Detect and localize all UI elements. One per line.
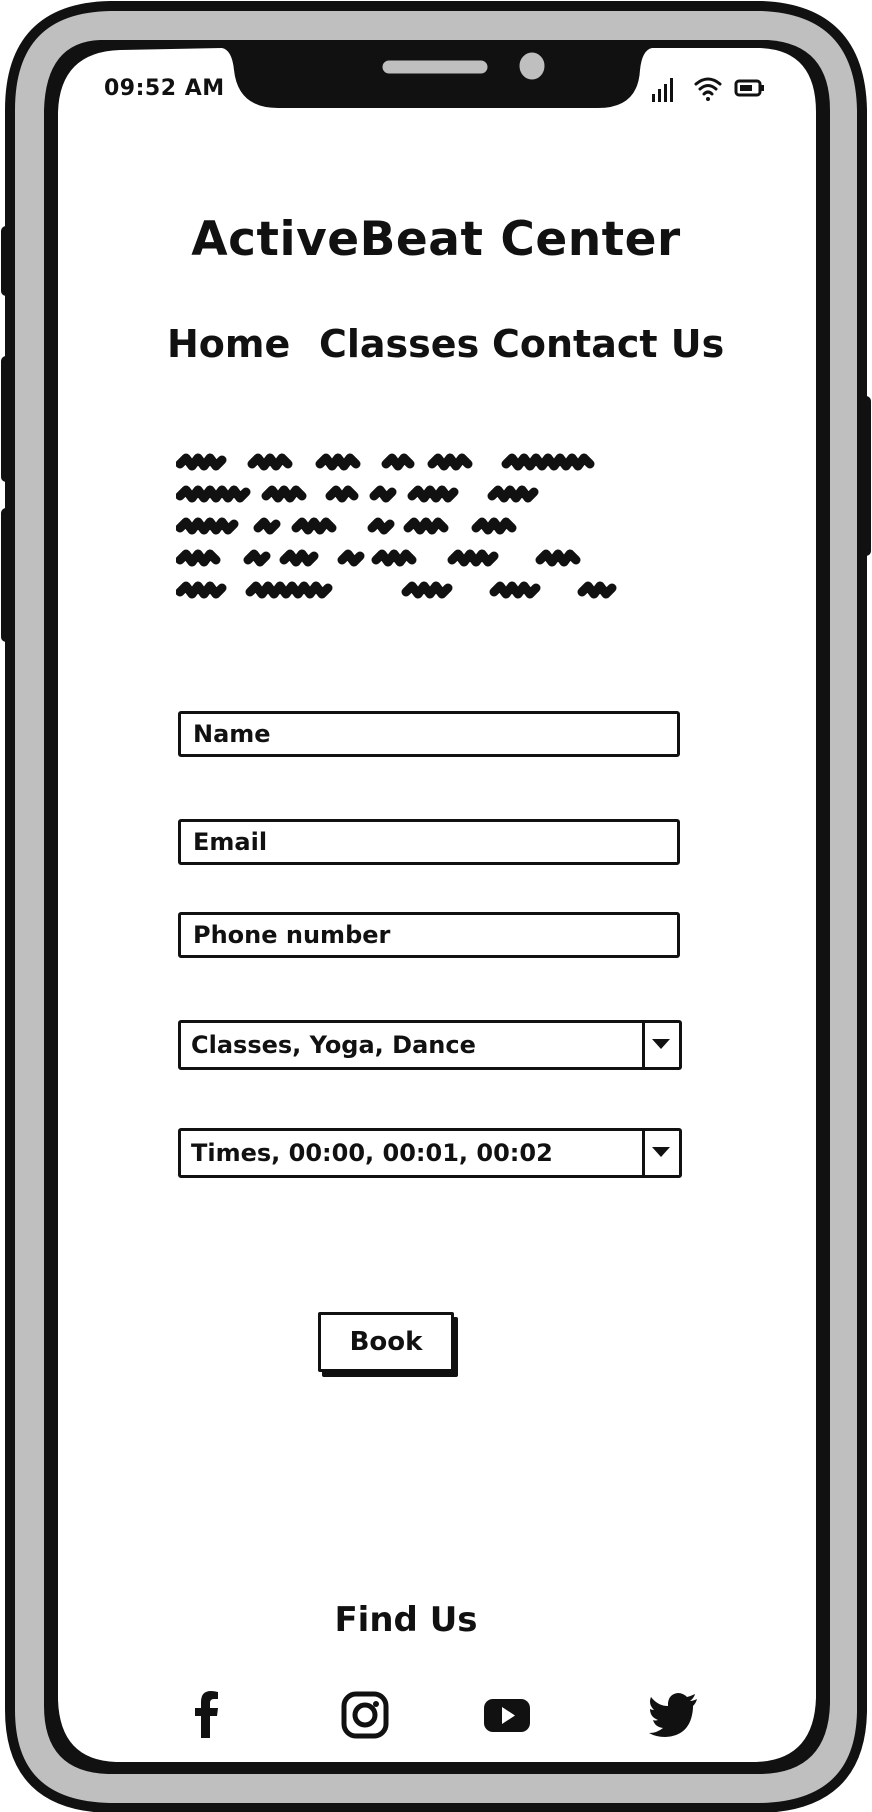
phone-mockup: 09:52 AM ActiveBeat Center Home Classes …: [0, 0, 872, 1812]
instagram-icon[interactable]: [338, 1688, 392, 1742]
chevron-down-icon: [652, 1039, 670, 1049]
wifi-icon: [694, 77, 722, 101]
name-field[interactable]: Name: [178, 711, 680, 757]
times-select[interactable]: Times, 00:00, 00:01, 00:02: [178, 1128, 682, 1178]
phone-frame: [1, 1, 871, 1812]
status-time: 09:52 AM: [104, 76, 225, 101]
book-button[interactable]: Book: [318, 1312, 454, 1372]
signal-icon: [652, 78, 673, 102]
nav-classes[interactable]: Classes: [319, 322, 479, 366]
app-title: ActiveBeat Center: [191, 212, 681, 267]
nav-contact-us[interactable]: Contact Us: [492, 322, 724, 366]
find-us-heading: Find Us: [334, 1600, 478, 1640]
status-icons: [652, 77, 764, 102]
email-field[interactable]: Email: [178, 819, 680, 865]
classes-select-toggle[interactable]: [642, 1023, 679, 1067]
phone-field[interactable]: Phone number: [178, 912, 680, 958]
intro-text-placeholder: [176, 453, 617, 599]
facebook-icon[interactable]: [180, 1688, 234, 1742]
youtube-icon[interactable]: [480, 1688, 534, 1742]
chevron-down-icon: [652, 1147, 670, 1157]
times-select-value: Times, 00:00, 00:01, 00:02: [191, 1139, 553, 1167]
nav-home[interactable]: Home: [167, 322, 290, 366]
classes-select-value: Classes, Yoga, Dance: [191, 1031, 476, 1059]
twitter-icon[interactable]: [647, 1688, 701, 1742]
battery-icon: [734, 79, 764, 97]
classes-select[interactable]: Classes, Yoga, Dance: [178, 1020, 682, 1070]
times-select-toggle[interactable]: [642, 1131, 679, 1175]
